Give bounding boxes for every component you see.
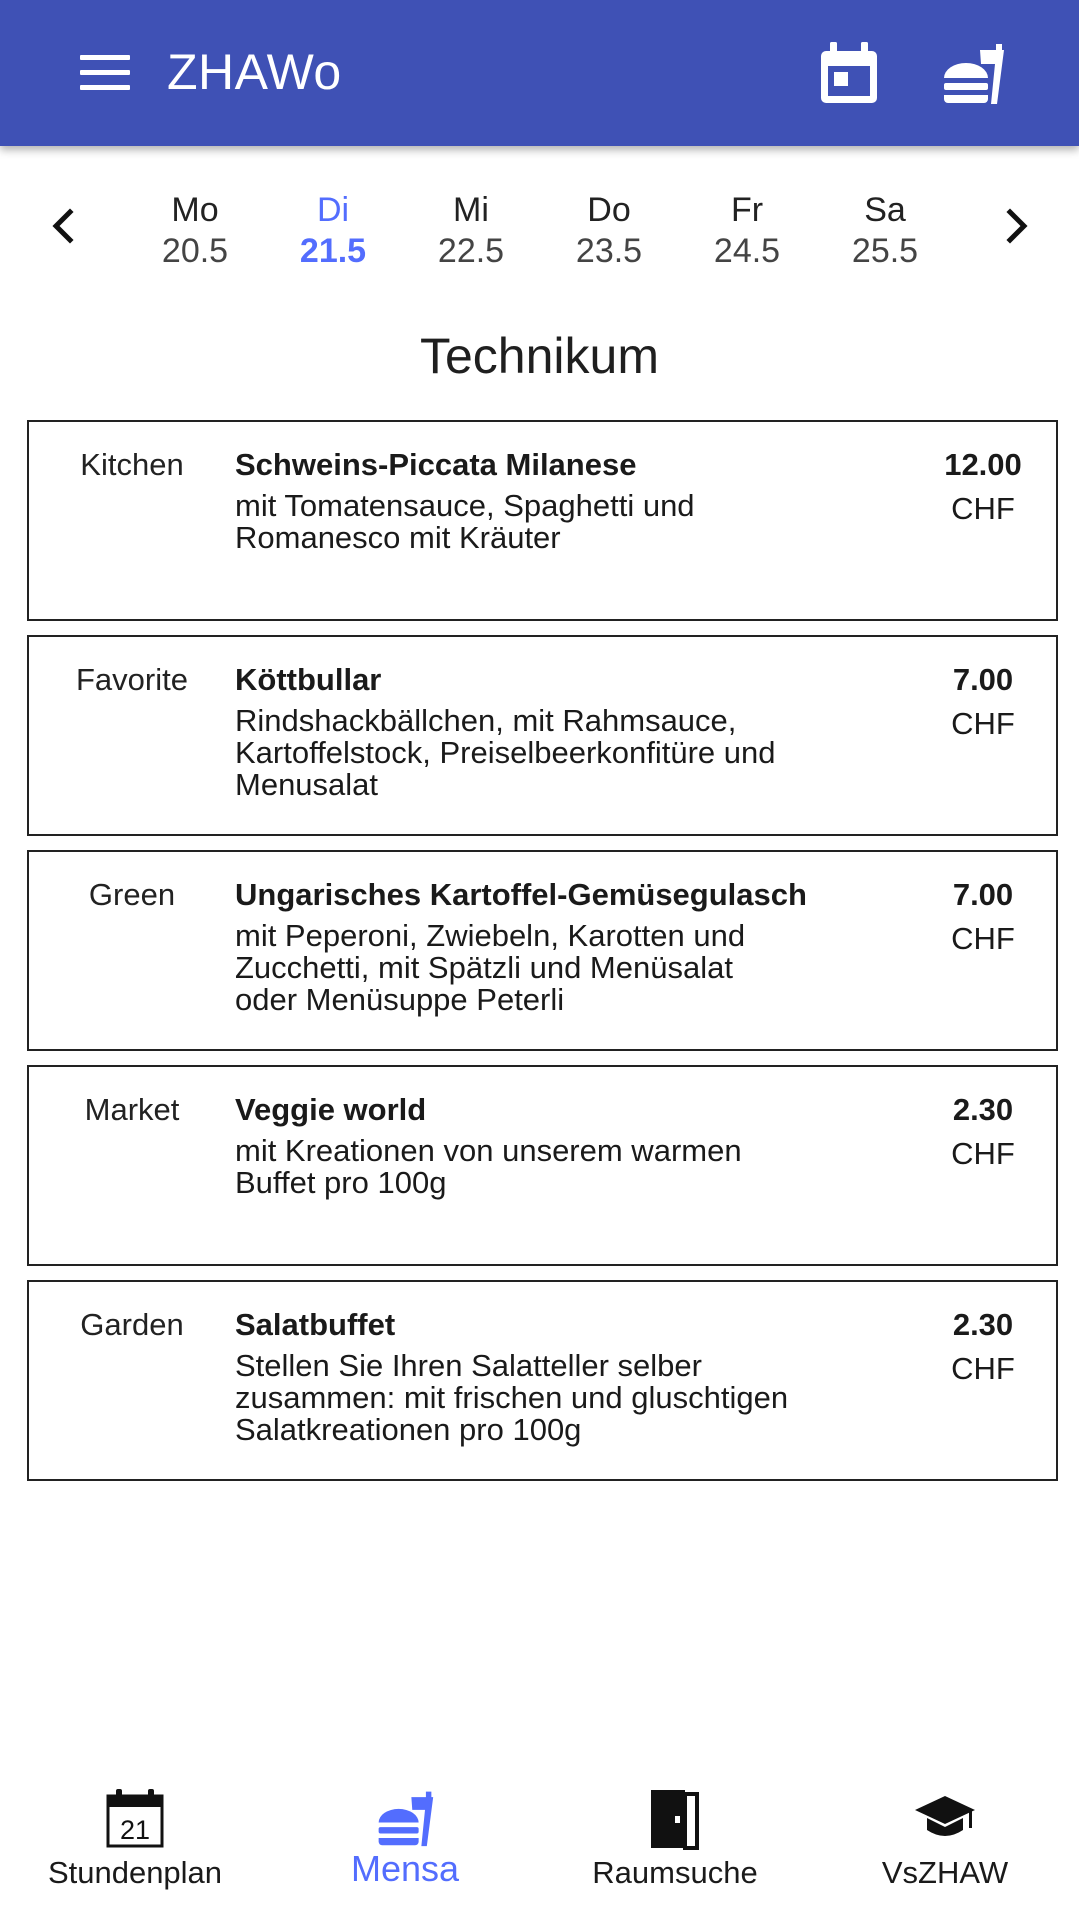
day-tab-fr[interactable]: Fr 24.5 <box>687 190 807 272</box>
day-tab-do[interactable]: Do 23.5 <box>549 190 669 272</box>
day-name: Mo <box>171 191 219 229</box>
menu-card-kitchen[interactable]: Kitchen Schweins-Piccata Milanese mit To… <box>27 420 1058 621</box>
day-name: Sa <box>864 191 906 229</box>
menu-category: Green <box>88 877 176 912</box>
door-icon <box>645 1788 705 1855</box>
description-line: Rindshackbällchen, mit Rahmsauce, <box>235 703 737 738</box>
nav-stundenplan[interactable]: 21 Stundenplan <box>0 1772 270 1919</box>
day-date: 21.5 <box>299 232 367 270</box>
description-line: Kartoffelstock, Preiselbeerkonfitüre und <box>235 735 776 770</box>
day-date: 24.5 <box>713 232 781 270</box>
day-selector: Mo 20.5 Di 21.5 Mi 22.5 Do 23.5 Fr 24.5 … <box>0 146 1079 286</box>
day-name: Mi <box>453 191 489 229</box>
calendar-icon-day: 21 <box>120 1815 150 1845</box>
calendar-today-icon[interactable] <box>818 40 880 106</box>
day-tab-di[interactable]: Di 21.5 <box>273 190 393 272</box>
day-tab-mi[interactable]: Mi 22.5 <box>411 190 531 272</box>
nav-label: Raumsuche <box>592 1855 758 1890</box>
nav-raumsuche[interactable]: Raumsuche <box>540 1772 810 1919</box>
day-name: Fr <box>730 191 764 229</box>
dish-description: Rindshackbällchen, mit Rahmsauce, Kartof… <box>235 705 875 801</box>
menu-card-green[interactable]: Green Ungarisches Kartoffel-Gemüsegulasc… <box>27 850 1058 1051</box>
menu-category: Market <box>84 1092 180 1127</box>
description-line: Romanesco mit Kräuter <box>235 520 561 555</box>
price-currency: CHF <box>951 1136 1015 1171</box>
description-line: Zucchetti, mit Spätzli und Menüsalat <box>235 950 733 985</box>
price-currency: CHF <box>951 706 1015 741</box>
fastfood-icon <box>375 1788 435 1853</box>
price-currency: CHF <box>951 491 1015 526</box>
menu-category: Garden <box>80 1307 184 1342</box>
dish-price: 2.30 <box>952 1092 1014 1127</box>
description-line: Menusalat <box>235 767 379 802</box>
description-line: mit Peperoni, Zwiebeln, Karotten und <box>235 918 746 953</box>
menu-card-market[interactable]: Market Veggie world mit Kreationen von u… <box>27 1065 1058 1266</box>
app-title: ZHAWo <box>167 44 342 100</box>
dish-name: Ungarisches Kartoffel-Gemüsegulasch <box>235 877 807 912</box>
description-line: oder Menüsuppe Peterli <box>235 982 565 1017</box>
nav-mensa[interactable]: Mensa <box>270 1772 540 1919</box>
dish-price: 7.00 <box>952 662 1014 697</box>
app-bar: ZHAWo <box>0 0 1079 146</box>
day-tab-sa[interactable]: Sa 25.5 <box>825 190 945 272</box>
nav-label: Stundenplan <box>47 1855 223 1890</box>
day-date: 23.5 <box>575 232 643 270</box>
graduation-cap-icon <box>913 1788 977 1853</box>
day-name: Do <box>587 191 631 229</box>
nav-vszhaw[interactable]: VsZHAW <box>810 1772 1079 1919</box>
dish-name: Schweins-Piccata Milanese <box>235 447 637 482</box>
menu-card-favorite[interactable]: Favorite Köttbullar Rindshackbällchen, m… <box>27 635 1058 836</box>
menu-category: Favorite <box>76 662 188 697</box>
fastfood-icon[interactable] <box>940 40 1006 106</box>
description-line: Salatkreationen pro 100g <box>235 1412 582 1447</box>
description-line: mit Tomatensauce, Spaghetti und <box>235 488 695 523</box>
day-date: 20.5 <box>161 232 229 270</box>
description-line: zusammen: mit frischen und gluschtigen <box>235 1380 789 1415</box>
chevron-right-icon[interactable] <box>996 206 1036 246</box>
hamburger-menu-icon[interactable] <box>80 55 130 91</box>
price-currency: CHF <box>951 1351 1015 1386</box>
nav-label: Mensa <box>350 1848 460 1889</box>
day-tab-mo[interactable]: Mo 20.5 <box>135 190 255 272</box>
menu-card-garden[interactable]: Garden Salatbuffet Stellen Sie Ihren Sal… <box>27 1280 1058 1481</box>
dish-price: 7.00 <box>952 877 1014 912</box>
dish-description: mit Peperoni, Zwiebeln, Karotten und Zuc… <box>235 920 875 1016</box>
dish-name: Salatbuffet <box>235 1307 396 1342</box>
dish-price: 12.00 <box>944 447 1022 482</box>
chevron-left-icon[interactable] <box>44 206 84 246</box>
dish-name: Veggie world <box>235 1092 427 1127</box>
dish-price: 2.30 <box>952 1307 1014 1342</box>
dish-description: mit Tomatensauce, Spaghetti und Romanesc… <box>235 490 875 554</box>
dish-description: Stellen Sie Ihren Salatteller selber zus… <box>235 1350 875 1446</box>
dish-description: mit Kreationen von unserem warmen Buffet… <box>235 1135 875 1199</box>
calendar-icon: 21 <box>105 1788 165 1853</box>
day-date: 25.5 <box>851 232 919 270</box>
location-title: Technikum <box>420 328 659 384</box>
price-currency: CHF <box>951 921 1015 956</box>
nav-label: VsZHAW <box>881 1855 1009 1890</box>
menu-category: Kitchen <box>80 447 184 482</box>
day-name: Di <box>316 191 350 229</box>
description-line: mit Kreationen von unserem warmen <box>235 1133 742 1168</box>
description-line: Buffet pro 100g <box>235 1165 447 1200</box>
description-line: Stellen Sie Ihren Salatteller selber <box>235 1348 702 1383</box>
dish-name: Köttbullar <box>235 662 382 697</box>
bottom-navigation: 21 Stundenplan Mensa Raumsuche VsZHAW <box>0 1772 1079 1919</box>
day-date: 22.5 <box>437 232 505 270</box>
